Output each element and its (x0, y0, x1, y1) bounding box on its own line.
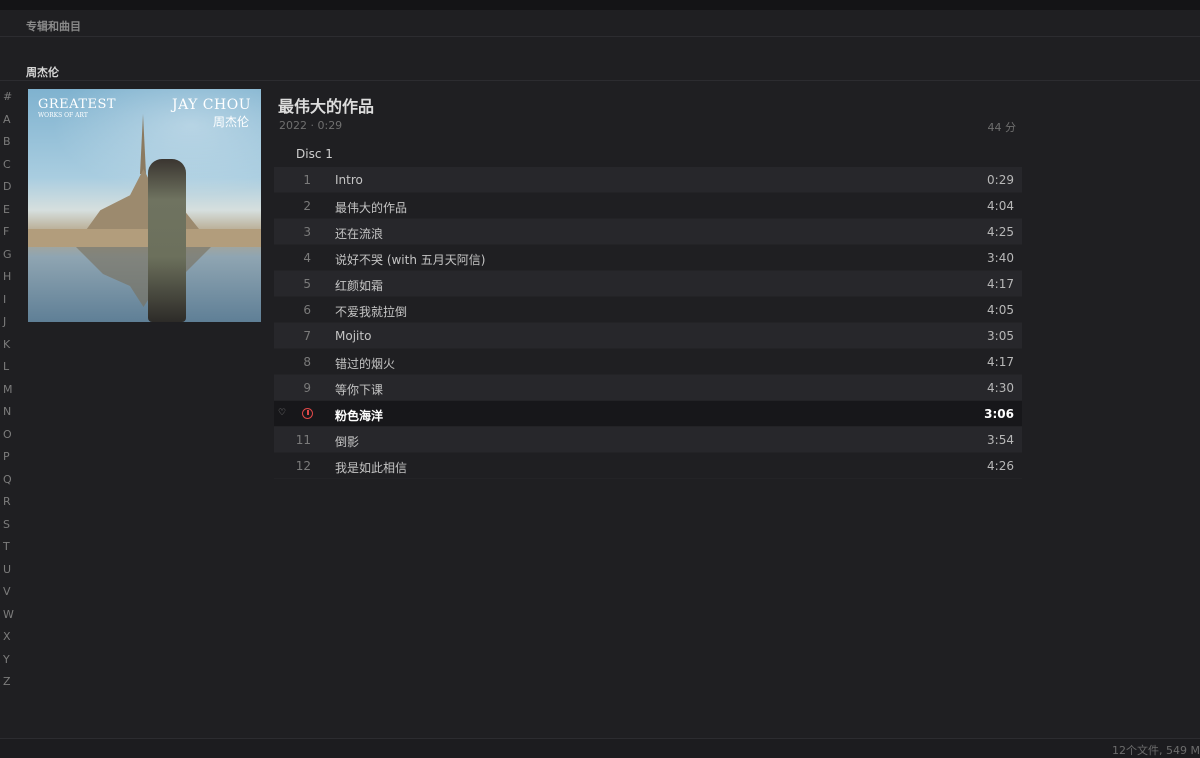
track-row[interactable]: 12 我是如此相信 4:26 (274, 453, 1022, 479)
album-cover[interactable]: GREATEST WORKS OF ART JAY CHOU 周杰伦 (28, 89, 261, 322)
track-duration: 4:25 (987, 225, 1014, 239)
track-title: 我是如此相信 (335, 461, 408, 475)
alpha-index-letter[interactable]: Y (0, 649, 16, 672)
alpha-index-letter[interactable]: N (0, 401, 16, 424)
track-duration: 3:05 (987, 329, 1014, 343)
track-title: 倒影 (335, 435, 360, 449)
track-title: 最伟大的作品 (335, 201, 408, 215)
track-row[interactable]: 9 等你下课 4:30 (274, 375, 1022, 401)
cover-walls (28, 229, 261, 247)
now-playing-icon (302, 408, 313, 419)
track-duration: 0:29 (987, 173, 1014, 187)
alpha-index-letter[interactable]: V (0, 581, 16, 604)
track-row[interactable]: 11 倒影 3:54 (274, 427, 1022, 453)
status-text: 12个文件, 549 M (1112, 744, 1200, 757)
track-row[interactable]: ♡ 粉色海洋 3:06 (274, 401, 1022, 427)
track-number: 3 (303, 225, 311, 239)
alpha-index-letter[interactable]: R (0, 491, 16, 514)
track-duration: 4:30 (987, 381, 1014, 395)
disc-label: Disc 1 (296, 147, 333, 161)
alpha-index-letter[interactable]: U (0, 559, 16, 582)
track-number: 6 (303, 303, 311, 317)
track-title: 说好不哭 (with 五月天阿信) (335, 253, 486, 267)
alpha-index-letter[interactable]: H (0, 266, 16, 289)
alpha-index-letter[interactable]: O (0, 424, 16, 447)
alpha-index-letter[interactable]: Z (0, 671, 16, 694)
alpha-index-letter[interactable]: F (0, 221, 16, 244)
album-duration: 44 分 (987, 121, 1017, 134)
track-title: 红颜如霜 (335, 279, 384, 293)
track-number: 12 (295, 459, 311, 473)
alpha-index-letter[interactable]: Q (0, 469, 16, 492)
track-title: 不爱我就拉倒 (335, 305, 408, 319)
cover-text-greatest: GREATEST (38, 97, 117, 112)
track-duration: 4:17 (987, 277, 1014, 291)
track-duration: 3:40 (987, 251, 1014, 265)
track-title: 还在流浪 (335, 227, 384, 241)
track-row[interactable]: 7 Mojito 3:05 (274, 323, 1022, 349)
track-title: 等你下课 (335, 383, 384, 397)
alpha-index-letter[interactable]: W (0, 604, 16, 627)
alpha-index-letter[interactable]: X (0, 626, 16, 649)
track-duration: 4:26 (987, 459, 1014, 473)
alpha-index-letter[interactable]: # (0, 86, 16, 109)
track-list: 1 Intro 0:29 2 最伟大的作品 4:04 3 还在流浪 4:25 4 说好不哭 (wit… (274, 167, 1022, 479)
artist-group-header: 周杰伦 (0, 60, 1200, 81)
alpha-index-letter[interactable]: J (0, 311, 16, 334)
alpha-index-letter[interactable]: A (0, 109, 16, 132)
alpha-index-letter[interactable]: T (0, 536, 16, 559)
track-title: Intro (335, 173, 363, 187)
alpha-index-letter[interactable]: S (0, 514, 16, 537)
alpha-index-letter[interactable]: L (0, 356, 16, 379)
track-row[interactable]: 1 Intro 0:29 (274, 167, 1022, 193)
alpha-index-letter[interactable]: M (0, 379, 16, 402)
alphabet-index: # A B C D E F G H I J K L M N O P Q R S T U V W X Y Z (0, 86, 16, 694)
page-header: 专辑和曲目 (0, 10, 1200, 37)
cover-person (148, 159, 186, 322)
alpha-index-letter[interactable]: G (0, 244, 16, 267)
track-duration: 4:04 (987, 199, 1014, 213)
track-row[interactable]: 5 红颜如霜 4:17 (274, 271, 1022, 297)
track-number: 5 (303, 277, 311, 291)
track-number: 11 (295, 433, 311, 447)
album-meta: 2022 · 0:29 (279, 119, 343, 132)
track-number: 9 (303, 381, 311, 395)
track-row[interactable]: 3 还在流浪 4:25 (274, 219, 1022, 245)
track-title: 错过的烟火 (335, 357, 396, 371)
alpha-index-letter[interactable]: K (0, 334, 16, 357)
heart-icon[interactable]: ♡ (278, 409, 287, 418)
artist-name[interactable]: 周杰伦 (26, 64, 59, 80)
track-duration: 3:06 (984, 407, 1014, 421)
page-title: 专辑和曲目 (26, 20, 81, 33)
cover-text-artist-cn: 周杰伦 (212, 115, 249, 129)
album-title[interactable]: 最伟大的作品 (278, 93, 374, 117)
track-row[interactable]: 8 错过的烟火 4:17 (274, 349, 1022, 375)
track-number: 4 (303, 251, 311, 265)
track-title: Mojito (335, 329, 372, 343)
track-number: 2 (303, 199, 311, 213)
cover-text-works: WORKS OF ART (38, 112, 88, 119)
alpha-index-letter[interactable]: P (0, 446, 16, 469)
track-duration: 3:54 (987, 433, 1014, 447)
cover-reflection (76, 247, 211, 307)
track-duration: 4:05 (987, 303, 1014, 317)
track-row[interactable]: 4 说好不哭 (with 五月天阿信) 3:40 (274, 245, 1022, 271)
track-row[interactable]: 6 不爱我就拉倒 4:05 (274, 297, 1022, 323)
alpha-index-letter[interactable]: I (0, 289, 16, 312)
track-title: 粉色海洋 (335, 409, 384, 423)
track-number: 7 (303, 329, 311, 343)
track-row[interactable]: 2 最伟大的作品 4:04 (274, 193, 1022, 219)
track-duration: 4:17 (987, 355, 1014, 369)
status-bar: 12个文件, 549 M (0, 738, 1200, 758)
window-top-strip (0, 0, 1200, 10)
alpha-index-letter[interactable]: D (0, 176, 16, 199)
cover-text-artist-en: JAY CHOU (171, 97, 251, 113)
alpha-index-letter[interactable]: C (0, 154, 16, 177)
track-number: 1 (303, 173, 311, 187)
track-number: 8 (303, 355, 311, 369)
alpha-index-letter[interactable]: E (0, 199, 16, 222)
alpha-index-letter[interactable]: B (0, 131, 16, 154)
